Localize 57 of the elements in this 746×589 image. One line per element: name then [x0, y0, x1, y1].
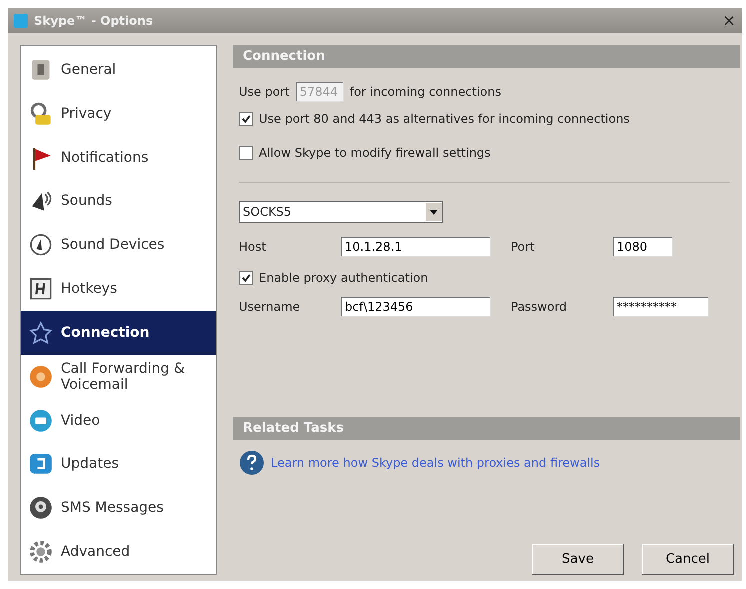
username-label: Username: [239, 300, 302, 314]
checkbox-label: Use port 80 and 443 as alternatives for incoming connections: [259, 112, 630, 126]
message-icon: [29, 496, 53, 520]
checkbox[interactable]: [239, 146, 253, 160]
password-label: Password: [511, 300, 568, 314]
sidebar-item[interactable]: Notifications: [21, 136, 216, 180]
video-icon: [29, 408, 53, 433]
sidebar-item-label: Call Forwarding & Voicemail: [61, 360, 186, 393]
sidebar-item-label: Updates: [61, 456, 119, 472]
sidebar-item[interactable]: Sounds: [21, 179, 216, 224]
sidebar-item-label: General: [61, 62, 116, 78]
sidebar-item-label: Connection: [61, 324, 150, 341]
sidebar-item[interactable]: General: [21, 48, 216, 92]
help-icon: [239, 450, 265, 476]
sidebar-item[interactable]: Sound Devices: [21, 223, 216, 268]
proxy-type-dropdown[interactable]: SOCKS5: [239, 201, 443, 223]
sidebar-item[interactable]: Call Forwarding & Voicemail: [21, 354, 216, 399]
section-header: Related Tasks: [233, 417, 740, 440]
app-logo-icon: [14, 14, 28, 28]
sidebar-item[interactable]: Advanced: [21, 530, 216, 574]
sidebar-item[interactable]: Connection: [21, 310, 216, 355]
star-icon: [29, 320, 53, 345]
section-header: Connection: [233, 45, 740, 68]
sidebar-item[interactable]: Updates: [21, 442, 216, 486]
sidebar-item-label: Video: [61, 412, 100, 429]
sidebar-item-label: Sounds: [61, 193, 112, 210]
help-link[interactable]: Learn more how Skype deals with proxies and firewalls: [271, 456, 600, 470]
port-label: Port: [511, 240, 536, 254]
checkbox-label: Enable proxy authentication: [259, 271, 428, 285]
sidebar-item-label: SMS Messages: [61, 500, 164, 516]
caret-icon: [426, 203, 442, 221]
checkbox[interactable]: [239, 112, 253, 126]
sidebar-item-label: Notifications: [61, 150, 149, 166]
dialog-button[interactable]: Save: [532, 544, 624, 575]
dialog-button[interactable]: Cancel: [642, 544, 734, 575]
update-icon: [29, 452, 53, 476]
sidebar-item-label: Sound Devices: [61, 237, 165, 254]
sidebar-item[interactable]: SMS Messages: [21, 486, 216, 530]
host-field[interactable]: 10.1.28.1: [341, 237, 491, 257]
checkbox-label: Allow Skype to modify firewall settings: [259, 146, 491, 160]
sidebar-item-label: Advanced: [61, 544, 130, 560]
username-field[interactable]: bcf\123456: [341, 297, 491, 317]
port-field[interactable]: 1080: [613, 237, 673, 257]
phone-icon: [29, 364, 53, 389]
sidebar-item[interactable]: Privacy: [21, 92, 216, 136]
checkbox[interactable]: [239, 271, 253, 285]
sidebar-item-label: Hotkeys: [61, 281, 118, 298]
close-button[interactable]: ×: [722, 11, 736, 30]
host-label: Host: [239, 240, 268, 254]
gear-icon: [29, 540, 53, 564]
port-label: Use port: [239, 85, 290, 99]
sidebar-item-label: Privacy: [61, 106, 112, 122]
window-title: Skype™ - Options: [34, 14, 154, 28]
sidebar-item[interactable]: Video: [21, 398, 216, 442]
password-field[interactable]: **********: [613, 297, 709, 317]
port-suffix-label: for incoming connections: [350, 85, 502, 99]
sidebar-item[interactable]: Hotkeys: [21, 267, 216, 311]
